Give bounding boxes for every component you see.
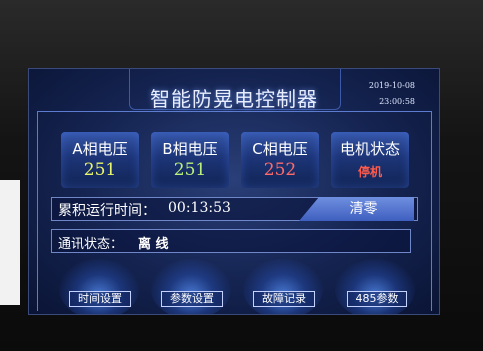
phase-b-label: B相电压 (162, 140, 218, 158)
fault-records-button[interactable]: 故障记录 (253, 291, 315, 307)
phase-a-value: 251 (83, 160, 117, 180)
comm-status-label: 通讯状态： (58, 237, 124, 252)
param-settings-button[interactable]: 参数设置 (161, 291, 223, 307)
phase-b-card: B相电压 251 (151, 132, 229, 188)
phase-c-value: 252 (263, 160, 297, 180)
phase-c-label: C相电压 (252, 140, 308, 158)
runtime-value: 00:13:53 (168, 200, 231, 216)
runtime-label: 累积运行时间： (58, 203, 156, 219)
time-display: 23:00:58 (379, 97, 415, 106)
frame-right-line (431, 111, 432, 311)
motor-status-value: 停机 (357, 165, 382, 179)
motor-status-card: 电机状态 停机 (331, 132, 409, 188)
phase-b-value: 251 (173, 160, 207, 180)
motor-status-label: 电机状态 (339, 140, 400, 158)
clear-runtime-button[interactable]: 清零 (299, 197, 414, 221)
time-settings-button[interactable]: 时间设置 (69, 291, 131, 307)
phase-c-card: C相电压 252 (241, 132, 319, 188)
hmi-screen: 智能防晃电控制器 2019-10-08 23:00:58 A相电压 251 B相… (28, 68, 440, 315)
background-wall (0, 180, 20, 305)
phase-a-label: A相电压 (72, 140, 128, 158)
rs485-params-button[interactable]: 485参数 (347, 291, 407, 307)
app-title: 智能防晃电控制器 (150, 87, 318, 111)
comm-status-bar: 通讯状态： 离 线 (51, 229, 411, 253)
comm-status-value: 离 线 (138, 237, 169, 252)
phase-a-card: A相电压 251 (61, 132, 139, 188)
date-display: 2019-10-08 (368, 81, 415, 90)
frame-left-line (37, 111, 38, 311)
